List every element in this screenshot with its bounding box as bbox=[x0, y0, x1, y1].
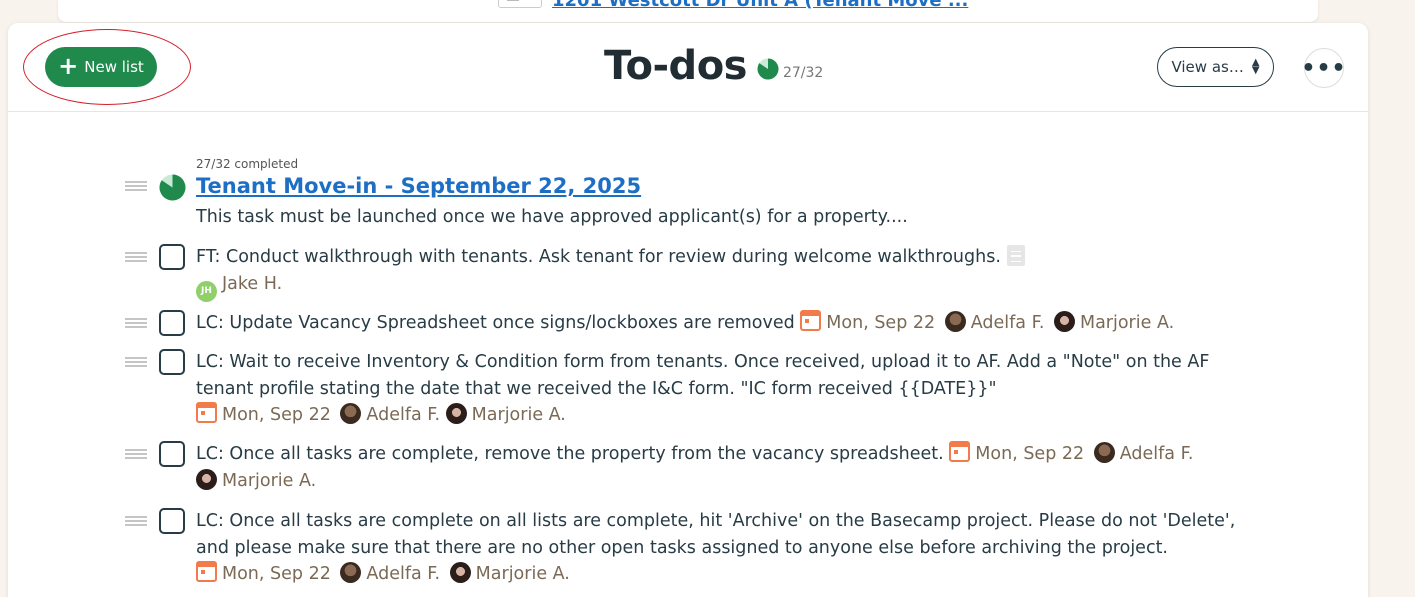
updown-chevron-icon: ▲ ▼ bbox=[1251, 57, 1260, 76]
list-title-link[interactable]: Tenant Move-in - September 22, 2025 bbox=[196, 174, 641, 198]
ellipsis-icon: ••• bbox=[1301, 55, 1347, 81]
assignee-name: Marjorie A. bbox=[1079, 313, 1175, 333]
more-options-button[interactable]: ••• bbox=[1301, 48, 1347, 88]
title-group: To-dos 27/32 bbox=[604, 43, 823, 89]
calendar-icon bbox=[800, 310, 822, 331]
calendar-icon bbox=[949, 441, 971, 462]
avatar: JH bbox=[196, 280, 217, 302]
todo-content: FT: Conduct walkthrough with tenants. As… bbox=[196, 244, 1236, 302]
list-progress-pie-icon bbox=[159, 174, 186, 201]
page-title: To-dos bbox=[604, 43, 747, 89]
todo-meta: Mon, Sep 22 Adelfa F. Marjorie A. bbox=[800, 310, 1175, 333]
avatar bbox=[1093, 442, 1115, 463]
todo-assignee: JH Jake H. bbox=[196, 273, 283, 302]
todo-checkbox[interactable] bbox=[159, 310, 185, 336]
assignee-name: Adelfa F. bbox=[366, 405, 441, 425]
todo-checkbox[interactable] bbox=[159, 349, 185, 375]
todo-content: LC: Wait to receive Inventory & Conditio… bbox=[196, 349, 1236, 429]
drag-handle-icon[interactable] bbox=[125, 357, 147, 367]
assignee-name: Adelfa F. bbox=[1119, 444, 1194, 464]
previous-card-link[interactable]: 1201 Westcott Dr Unit A (Tenant Move ... bbox=[552, 0, 968, 11]
todo-meta: Mon, Sep 22 Adelfa F. bbox=[196, 402, 441, 425]
due-date: Mon, Sep 22 bbox=[975, 444, 1085, 464]
drag-handle-icon[interactable] bbox=[125, 252, 147, 262]
todo-text[interactable]: LC: Once all tasks are complete, remove … bbox=[196, 444, 944, 464]
assignee-name: Adelfa F. bbox=[366, 564, 441, 584]
todo-content: LC: Once all tasks are complete on all l… bbox=[196, 508, 1236, 588]
due-date: Mon, Sep 22 bbox=[222, 405, 331, 425]
todo-meta: Mon, Sep 22 Adelfa F. Marjorie A. bbox=[196, 561, 570, 584]
todo-text[interactable]: LC: Update Vacancy Spreadsheet once sign… bbox=[196, 313, 795, 333]
assignee-name: Adelfa F. bbox=[970, 313, 1045, 333]
view-as-label: View as… bbox=[1171, 58, 1244, 76]
list-description: This task must be launched once we have … bbox=[196, 207, 908, 227]
todo-checkbox[interactable] bbox=[159, 441, 185, 467]
new-list-button[interactable]: + New list bbox=[45, 47, 157, 87]
todo-meta: Mon, Sep 22 Adelfa F. bbox=[949, 441, 1194, 464]
todo-checkbox[interactable] bbox=[159, 508, 185, 534]
notes-icon bbox=[1006, 245, 1025, 266]
avatar bbox=[340, 562, 362, 583]
previous-card: 1201 Westcott Dr Unit A (Tenant Move ... bbox=[58, 0, 1318, 22]
todo-meta: Marjorie A. bbox=[196, 468, 317, 491]
todo-text[interactable]: LC: Once all tasks are complete on all l… bbox=[196, 511, 1235, 558]
avatar bbox=[445, 403, 467, 424]
drag-handle-icon[interactable] bbox=[125, 318, 147, 328]
calendar-icon bbox=[196, 561, 217, 582]
todo-text[interactable]: LC: Wait to receive Inventory & Conditio… bbox=[196, 352, 1209, 399]
avatar bbox=[449, 562, 471, 583]
avatar bbox=[944, 311, 966, 332]
drag-handle-icon[interactable] bbox=[125, 449, 147, 459]
todo-content: LC: Once all tasks are complete, remove … bbox=[196, 441, 1236, 494]
avatar bbox=[196, 468, 217, 490]
todos-card: + New list To-dos 27/32 View as… ▲ ▼ ••• … bbox=[8, 23, 1368, 597]
due-date: Mon, Sep 22 bbox=[826, 313, 936, 333]
todo-meta: Marjorie A. bbox=[445, 403, 566, 425]
avatar bbox=[340, 403, 362, 424]
drag-handle-icon[interactable] bbox=[125, 516, 147, 526]
assignee-name: Marjorie A. bbox=[475, 564, 570, 584]
plus-icon: + bbox=[58, 52, 79, 80]
avatar bbox=[1053, 311, 1075, 332]
assignee-name: Jake H. bbox=[222, 273, 283, 294]
progress-pie-icon bbox=[757, 58, 779, 80]
list-completed-note: 27/32 completed bbox=[196, 157, 299, 171]
assignee-name: Marjorie A. bbox=[222, 470, 317, 491]
document-thumbnail-icon bbox=[498, 0, 542, 8]
progress-count: 27/32 bbox=[782, 65, 824, 81]
assignee-name: Marjorie A. bbox=[471, 405, 566, 425]
view-as-select[interactable]: View as… ▲ ▼ bbox=[1157, 47, 1274, 87]
todo-content: LC: Update Vacancy Spreadsheet once sign… bbox=[196, 310, 1236, 337]
new-list-label: New list bbox=[84, 58, 144, 76]
todo-text[interactable]: FT: Conduct walkthrough with tenants. As… bbox=[196, 247, 1001, 267]
drag-handle-icon[interactable] bbox=[125, 181, 147, 191]
due-date: Mon, Sep 22 bbox=[222, 564, 331, 584]
todos-header: + New list To-dos 27/32 View as… ▲ ▼ ••• bbox=[8, 23, 1368, 112]
todo-checkbox[interactable] bbox=[159, 244, 185, 270]
calendar-icon bbox=[196, 402, 217, 423]
